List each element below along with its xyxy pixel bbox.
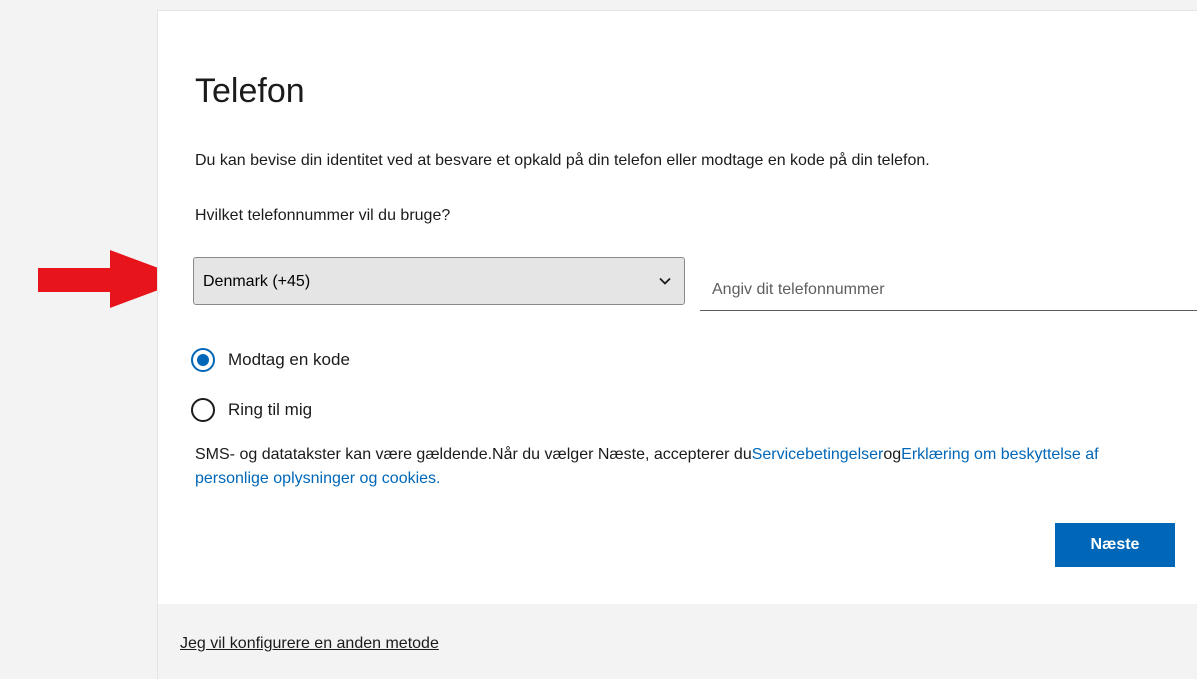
radio-button-call-me[interactable] [191, 398, 215, 422]
page: Telefon Du kan bevise din identitet ved … [0, 0, 1197, 679]
radio-option-call-me[interactable]: Ring til mig [191, 398, 312, 422]
description-text: Du kan bevise din identitet ved at besva… [195, 152, 930, 169]
legal-text: SMS- og datatakster kan være gældende.Nå… [195, 446, 752, 463]
next-button[interactable]: Næste [1055, 523, 1175, 567]
radio-label-receive-code: Modtag en kode [228, 350, 350, 369]
radio-button-receive-code[interactable] [191, 348, 215, 372]
phone-question-label: Hvilket telefonnummer vil du bruge? [195, 207, 451, 224]
page-title: Telefon [195, 72, 305, 110]
legal-and-text: og [883, 446, 902, 463]
phone-number-input[interactable] [700, 269, 1197, 311]
country-code-value: Denmark (+45) [203, 273, 311, 290]
radio-label-call-me: Ring til mig [228, 400, 313, 419]
alternate-method-link[interactable]: Jeg vil konfigurere en anden metode [180, 634, 439, 654]
legal-notice: SMS- og datatakster kan være gældende.Nå… [195, 443, 1175, 491]
radio-option-receive-code[interactable]: Modtag en kode [191, 348, 350, 372]
footer-bar: Jeg vil konfigurere en anden metode [157, 604, 1197, 679]
chevron-down-icon [659, 277, 671, 285]
phone-setup-card: Telefon Du kan bevise din identitet ved … [157, 10, 1197, 604]
terms-link[interactable]: Servicebetingelser [752, 446, 884, 463]
country-code-select[interactable]: Denmark (+45) [193, 257, 685, 305]
